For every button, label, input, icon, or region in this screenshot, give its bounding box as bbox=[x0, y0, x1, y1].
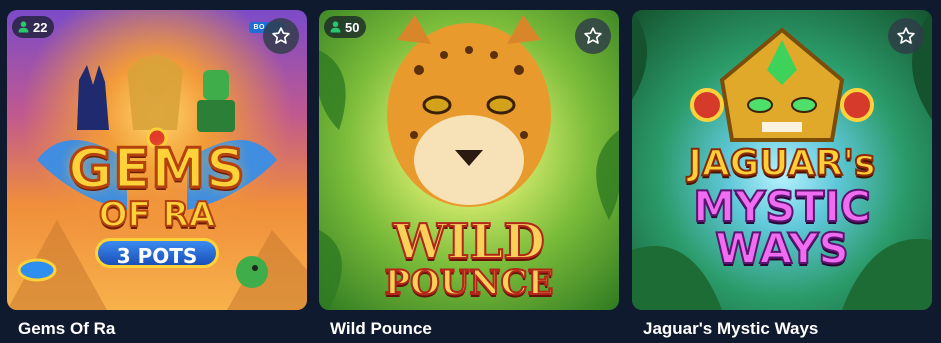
game-logo-line: POUNCE bbox=[384, 263, 555, 303]
game-grid: GEMS OF RA 3 POTS BO 22 Gems Of Ra WILD … bbox=[0, 0, 941, 343]
person-icon bbox=[330, 21, 341, 33]
game-logo-line: JAGUAR's bbox=[688, 143, 877, 184]
players-count: 50 bbox=[345, 19, 360, 35]
game-card-wild-pounce[interactable]: WILD POUNCE 50 Wild Pounce bbox=[319, 10, 619, 343]
players-count-badge: 50 bbox=[324, 16, 367, 38]
favorite-button[interactable] bbox=[263, 18, 299, 54]
star-outline-icon bbox=[897, 27, 915, 44]
players-count: 22 bbox=[33, 19, 48, 35]
game-title[interactable]: Jaguar's Mystic Ways bbox=[643, 319, 818, 339]
game-thumbnail[interactable]: GEMS OF RA 3 POTS BO 22 bbox=[7, 10, 307, 310]
game-thumbnail[interactable]: JAGUAR's MYSTIC WAYS bbox=[632, 10, 932, 310]
game-card-jaguars-mystic-ways[interactable]: JAGUAR's MYSTIC WAYS Jaguar's Mystic Way… bbox=[632, 10, 932, 343]
game-thumbnail[interactable]: WILD POUNCE 50 bbox=[319, 10, 619, 310]
players-count-badge: 22 bbox=[12, 16, 55, 38]
game-card-gems-of-ra[interactable]: GEMS OF RA 3 POTS BO 22 Gems Of Ra bbox=[7, 10, 307, 343]
star-outline-icon bbox=[272, 27, 290, 44]
game-logo-subtitle: 3 POTS bbox=[95, 238, 219, 268]
game-title[interactable]: Wild Pounce bbox=[330, 319, 432, 339]
game-logo-line: MYSTIC bbox=[692, 182, 872, 231]
game-logo-line: WAYS bbox=[714, 224, 850, 273]
favorite-button[interactable] bbox=[888, 18, 924, 54]
game-title[interactable]: Gems Of Ra bbox=[18, 319, 115, 339]
game-logo-line: GEMS bbox=[67, 137, 247, 200]
star-outline-icon bbox=[584, 27, 602, 44]
person-icon bbox=[18, 21, 29, 33]
game-logo-line: OF RA bbox=[98, 195, 216, 235]
favorite-button[interactable] bbox=[575, 18, 611, 54]
game-logo-line: WILD bbox=[392, 214, 546, 270]
